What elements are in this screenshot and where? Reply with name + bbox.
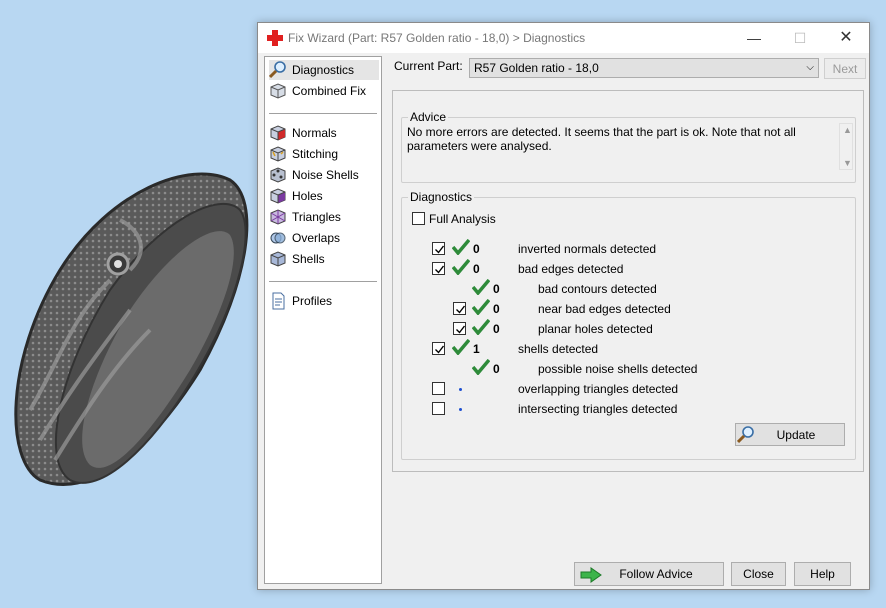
advice-title: Advice <box>408 110 449 124</box>
noise-shells-icon <box>270 167 286 183</box>
shells-icon <box>270 251 286 267</box>
fix-sidebar: Diagnostics Combined Fix Normals Stitchi… <box>264 56 382 584</box>
close-button[interactable]: Close <box>731 562 786 586</box>
sidebar-item-label: Triangles <box>292 210 341 224</box>
near-bad-edges-label: near bad edges detected <box>538 302 671 316</box>
update-label: Update <box>776 427 816 442</box>
noise-shells-count: 0 <box>493 362 500 376</box>
diagnostics-group: Diagnostics Full Analysis 0 inverted nor… <box>401 190 856 460</box>
fix-wizard-window: Fix Wizard (Part: R57 Golden ratio - 18,… <box>257 22 870 590</box>
shells-count: 1 <box>473 342 480 356</box>
current-part-select[interactable]: R57 Golden ratio - 18,0 ⌵ <box>469 58 819 78</box>
inverted-normals-checkbox[interactable] <box>432 242 445 255</box>
scroll-down-icon[interactable]: ▼ <box>843 158 852 168</box>
green-check-icon <box>472 299 490 315</box>
sidebar-divider <box>269 113 377 114</box>
current-part-label: Current Part: <box>394 59 463 73</box>
green-check-icon <box>472 359 490 375</box>
full-analysis-label: Full Analysis <box>429 212 496 226</box>
overlapping-triangles-checkbox[interactable] <box>432 382 445 395</box>
magnifier-icon <box>269 61 286 79</box>
chevron-down-icon: ⌵ <box>806 62 814 73</box>
advice-scrollbar[interactable]: ▲ ▼ <box>839 123 853 170</box>
follow-advice-button[interactable]: Follow Advice <box>574 562 724 586</box>
sidebar-item-label: Diagnostics <box>292 63 355 77</box>
bad-edges-count: 0 <box>473 262 480 276</box>
planar-holes-checkbox[interactable] <box>453 322 466 335</box>
intersecting-triangles-checkbox[interactable] <box>432 402 445 415</box>
pending-dot-icon <box>459 388 462 391</box>
red-cross-icon <box>267 30 283 46</box>
near-bad-edges-checkbox[interactable] <box>453 302 466 315</box>
shells-checkbox[interactable] <box>432 342 445 355</box>
sidebar-item-label: Shells <box>292 252 325 266</box>
sidebar-item-label: Combined Fix <box>292 84 367 98</box>
planar-holes-label: planar holes detected <box>538 322 653 336</box>
overlaps-icon <box>270 232 286 244</box>
sidebar-item-combined-fix[interactable]: Combined Fix <box>269 81 379 101</box>
advice-group: Advice No more errors are detected. It s… <box>401 110 856 183</box>
diagnostics-title: Diagnostics <box>408 190 475 204</box>
sidebar-item-label: Normals <box>292 126 337 140</box>
window-title: Fix Wizard (Part: R57 Golden ratio - 18,… <box>288 31 586 45</box>
intersecting-triangles-label: intersecting triangles detected <box>518 402 678 416</box>
triangles-icon <box>270 209 286 225</box>
green-arrow-icon <box>580 567 602 583</box>
green-check-icon <box>452 339 470 355</box>
sidebar-item-holes[interactable]: Holes <box>269 186 379 206</box>
sidebar-item-overlaps[interactable]: Overlaps <box>269 228 379 248</box>
shells-label: shells detected <box>518 342 599 356</box>
normals-cube-icon <box>270 125 286 141</box>
sidebar-item-profiles[interactable]: Profiles <box>269 291 379 311</box>
bad-edges-checkbox[interactable] <box>432 262 445 275</box>
stitching-cube-icon <box>270 146 286 162</box>
sidebar-item-label: Overlaps <box>292 231 341 245</box>
bad-contours-label: bad contours detected <box>538 282 657 296</box>
follow-advice-label: Follow Advice <box>619 567 693 581</box>
update-button[interactable]: Update <box>735 423 845 446</box>
magnifier-icon <box>736 425 754 443</box>
sidebar-item-triangles[interactable]: Triangles <box>269 207 379 227</box>
sidebar-item-label: Holes <box>292 189 323 203</box>
sidebar-item-label: Noise Shells <box>292 168 359 182</box>
current-part-value: R57 Golden ratio - 18,0 <box>474 61 599 75</box>
sidebar-item-normals[interactable]: Normals <box>269 123 379 143</box>
noise-shells-label: possible noise shells detected <box>538 362 698 376</box>
green-check-icon <box>472 319 490 335</box>
help-button[interactable]: Help <box>794 562 851 586</box>
title-bar: Fix Wizard (Part: R57 Golden ratio - 18,… <box>258 23 869 53</box>
planar-holes-count: 0 <box>493 322 500 336</box>
close-window-button[interactable]: ✕ <box>823 23 869 53</box>
green-check-icon <box>452 259 470 275</box>
scroll-up-icon[interactable]: ▲ <box>843 125 852 135</box>
ring-model[interactable] <box>0 160 260 500</box>
sidebar-divider <box>269 281 377 282</box>
sidebar-item-noise-shells[interactable]: Noise Shells <box>269 165 379 185</box>
sidebar-item-label: Profiles <box>292 294 333 308</box>
maximize-button[interactable]: ☐ <box>777 23 823 53</box>
bad-edges-label: bad edges detected <box>518 262 624 276</box>
bad-contours-count: 0 <box>493 282 500 296</box>
green-check-icon <box>472 279 490 295</box>
sidebar-item-label: Stitching <box>292 147 339 161</box>
holes-cube-icon <box>270 188 286 204</box>
green-check-icon <box>452 239 470 255</box>
document-icon <box>272 292 285 310</box>
box-icon <box>270 83 286 99</box>
diagnostics-panel: Advice No more errors are detected. It s… <box>392 90 864 472</box>
pending-dot-icon <box>459 408 462 411</box>
advice-text: No more errors are detected. It seems th… <box>407 125 845 178</box>
sidebar-item-shells[interactable]: Shells <box>269 249 379 269</box>
sidebar-item-diagnostics[interactable]: Diagnostics <box>269 60 379 80</box>
inverted-normals-count: 0 <box>473 242 480 256</box>
inverted-normals-label: inverted normals detected <box>518 242 657 256</box>
sidebar-item-stitching[interactable]: Stitching <box>269 144 379 164</box>
overlapping-triangles-label: overlapping triangles detected <box>518 382 679 396</box>
near-bad-edges-count: 0 <box>493 302 500 316</box>
full-analysis-checkbox[interactable] <box>412 212 425 225</box>
minimize-button[interactable]: — <box>731 23 777 53</box>
next-button[interactable]: Next <box>824 58 866 79</box>
